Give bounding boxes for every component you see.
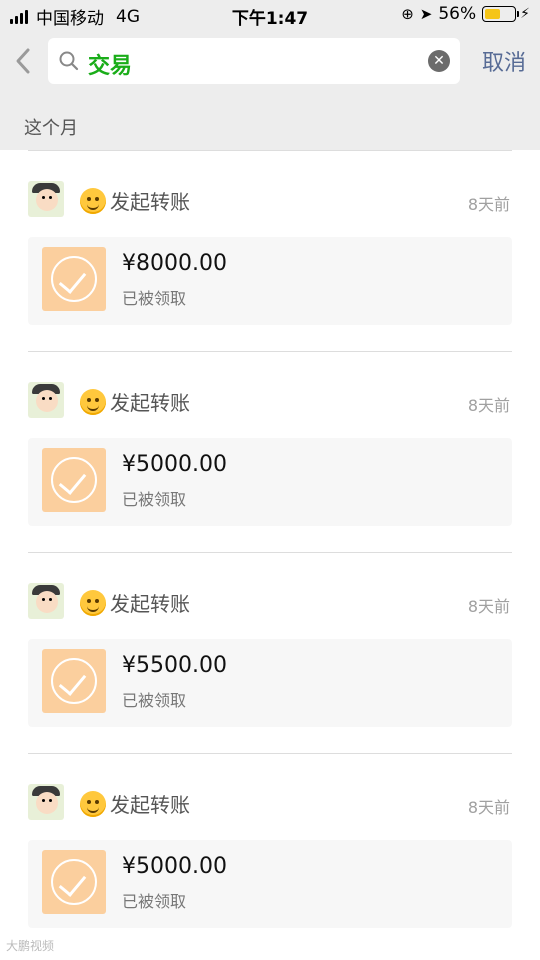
battery-percent: 56% [438, 4, 477, 24]
item-title-row: 发起转账 [80, 186, 190, 215]
avatar[interactable] [28, 181, 64, 217]
list-item[interactable]: 发起转账 8天前 ¥5500.00 已被领取 [0, 553, 540, 753]
check-circle-icon [42, 448, 106, 512]
item-title-row: 发起转账 [80, 387, 190, 416]
watermark: 大鹏视频 [6, 939, 55, 953]
transfer-status: 已被领取 [122, 691, 187, 710]
transfer-amount: ¥8000.00 [122, 251, 227, 276]
orientation-lock-icon: ⊕ [401, 5, 414, 23]
location-icon: ➤ [419, 5, 433, 23]
transfer-status: 已被领取 [122, 490, 187, 509]
section-title: 这个月 [24, 118, 78, 139]
item-time: 8天前 [467, 195, 510, 214]
check-circle-icon [42, 247, 106, 311]
status-bar: 中国移动 4G 下午1:47 ⊕ ➤ 56% ⚡ [0, 0, 540, 30]
battery-fill [485, 9, 501, 19]
smile-emoji-icon [80, 388, 106, 415]
back-button[interactable] [12, 44, 34, 78]
check-circle-icon [42, 850, 106, 914]
transfer-status: 已被领取 [122, 289, 187, 308]
list-item[interactable]: 发起转账 8天前 ¥5000.00 已被领取 [0, 352, 540, 552]
item-time: 8天前 [467, 798, 510, 817]
smile-emoji-icon [80, 187, 106, 214]
cancel-button[interactable]: 取消 [482, 45, 526, 77]
chevron-left-icon [16, 48, 30, 74]
section-header: 这个月 [0, 94, 540, 150]
search-icon [59, 51, 79, 71]
clear-icon[interactable]: ✕ [428, 50, 450, 72]
transfer-amount: ¥5000.00 [122, 854, 227, 879]
transfer-amount: ¥5000.00 [122, 452, 227, 477]
transaction-list: 发起转账 8天前 ¥8000.00 已被领取 发起转账 8天前 ¥5000.00 [0, 150, 540, 954]
screen: 中国移动 4G 下午1:47 ⊕ ➤ 56% ⚡ 交易 ✕ 取消 这个月 发起转… [0, 0, 540, 960]
transfer-amount: ¥5500.00 [122, 653, 227, 678]
status-right: ⊕ ➤ 56% ⚡ [401, 4, 530, 24]
smile-emoji-icon [80, 589, 106, 616]
transfer-card[interactable]: ¥5500.00 已被领取 [28, 639, 512, 727]
transfer-card[interactable]: ¥8000.00 已被领取 [28, 237, 512, 325]
search-input[interactable]: 交易 [88, 48, 132, 80]
charging-icon: ⚡ [520, 6, 530, 22]
check-circle-icon [42, 649, 106, 713]
item-title: 发起转账 [110, 793, 190, 817]
item-title-row: 发起转账 [80, 588, 190, 617]
transfer-card[interactable]: ¥5000.00 已被领取 [28, 438, 512, 526]
item-title-row: 发起转账 [80, 789, 190, 818]
transfer-status: 已被领取 [122, 892, 187, 911]
item-title: 发起转账 [110, 592, 190, 616]
item-title: 发起转账 [110, 190, 190, 214]
list-item[interactable]: 发起转账 8天前 ¥5000.00 已被领取 [0, 754, 540, 954]
avatar[interactable] [28, 583, 64, 619]
item-time: 8天前 [467, 396, 510, 415]
item-time: 8天前 [467, 597, 510, 616]
search-header: 交易 ✕ 取消 [0, 30, 540, 94]
search-box[interactable]: 交易 ✕ [48, 38, 460, 84]
item-title: 发起转账 [110, 391, 190, 415]
transfer-card[interactable]: ¥5000.00 已被领取 [28, 840, 512, 928]
avatar[interactable] [28, 784, 64, 820]
avatar[interactable] [28, 382, 64, 418]
smile-emoji-icon [80, 790, 106, 817]
battery-icon [482, 6, 520, 22]
list-item[interactable]: 发起转账 8天前 ¥8000.00 已被领取 [0, 151, 540, 351]
